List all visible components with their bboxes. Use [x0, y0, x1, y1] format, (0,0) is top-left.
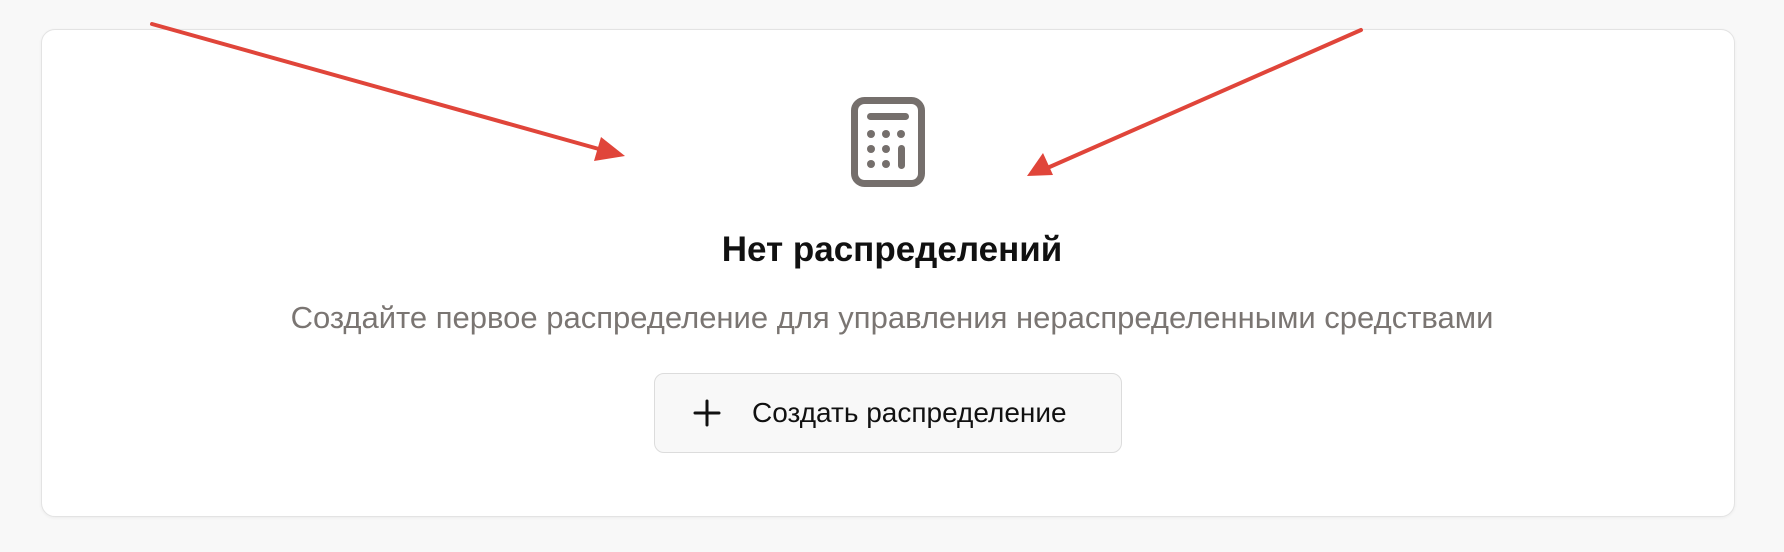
empty-state-description: Создайте первое распределение для управл… [290, 300, 1494, 335]
empty-state-title: Нет распределений [721, 230, 1063, 269]
create-distribution-button[interactable]: Создать распределение [654, 373, 1122, 453]
plus-icon [693, 399, 721, 427]
create-distribution-label: Создать распределение [752, 397, 1067, 428]
calculator-icon [851, 97, 925, 187]
